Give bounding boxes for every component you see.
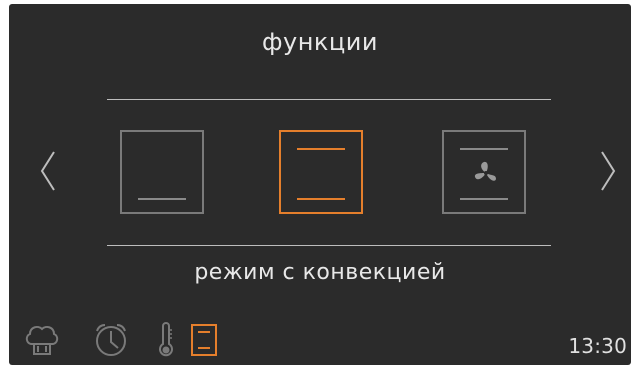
mode-icon[interactable] [191, 324, 217, 356]
divider-bottom [107, 245, 551, 246]
mini-top-line [198, 331, 210, 333]
top-heat-line [297, 148, 345, 150]
top-heat-line [460, 148, 508, 150]
chevron-right-icon [601, 151, 616, 191]
oven-display: функции режим с конвекцией 13:30 [9, 4, 631, 365]
next-mode-button[interactable] [592, 146, 622, 196]
prev-mode-button[interactable] [34, 146, 64, 196]
bottom-heat-line [138, 198, 186, 200]
mode-tile-fan-heat[interactable] [442, 130, 526, 214]
mode-tile-bottom-heat[interactable] [120, 130, 204, 214]
mini-bottom-line [198, 347, 210, 349]
clock-time: 13:30 [568, 334, 627, 358]
chevron-left-icon [40, 151, 55, 191]
mode-label: режим с конвекцией [194, 260, 446, 285]
alarm-clock-icon[interactable] [92, 322, 130, 358]
chef-hat-icon[interactable] [22, 322, 62, 358]
bottom-heat-line [460, 198, 508, 200]
bottom-heat-line [297, 198, 345, 200]
thermometer-icon[interactable] [155, 322, 177, 358]
mode-tile-top-bottom-heat[interactable] [279, 130, 363, 214]
divider-top [107, 99, 551, 100]
page-title: функции [262, 28, 378, 56]
fan-icon [474, 161, 496, 181]
